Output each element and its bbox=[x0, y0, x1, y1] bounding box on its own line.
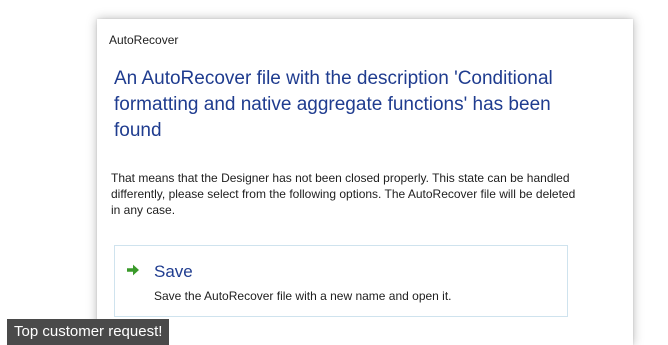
screenshot-stage: AutoRecover An AutoRecover file with the… bbox=[0, 0, 668, 345]
save-option-title: Save bbox=[154, 262, 193, 281]
save-option-button[interactable]: Save Save the AutoRecover file with a ne… bbox=[114, 245, 568, 317]
dialog-headline: An AutoRecover file with the description… bbox=[114, 68, 553, 141]
autorecover-dialog: AutoRecover An AutoRecover file with the… bbox=[97, 19, 633, 345]
green-arrow-right-icon bbox=[126, 263, 140, 277]
caption-banner: Top customer request! bbox=[7, 319, 170, 345]
dialog-description: That means that the Designer has not bee… bbox=[111, 171, 576, 217]
window-title: AutoRecover bbox=[109, 33, 179, 47]
save-option-subtitle: Save the AutoRecover file with a new nam… bbox=[154, 289, 452, 303]
